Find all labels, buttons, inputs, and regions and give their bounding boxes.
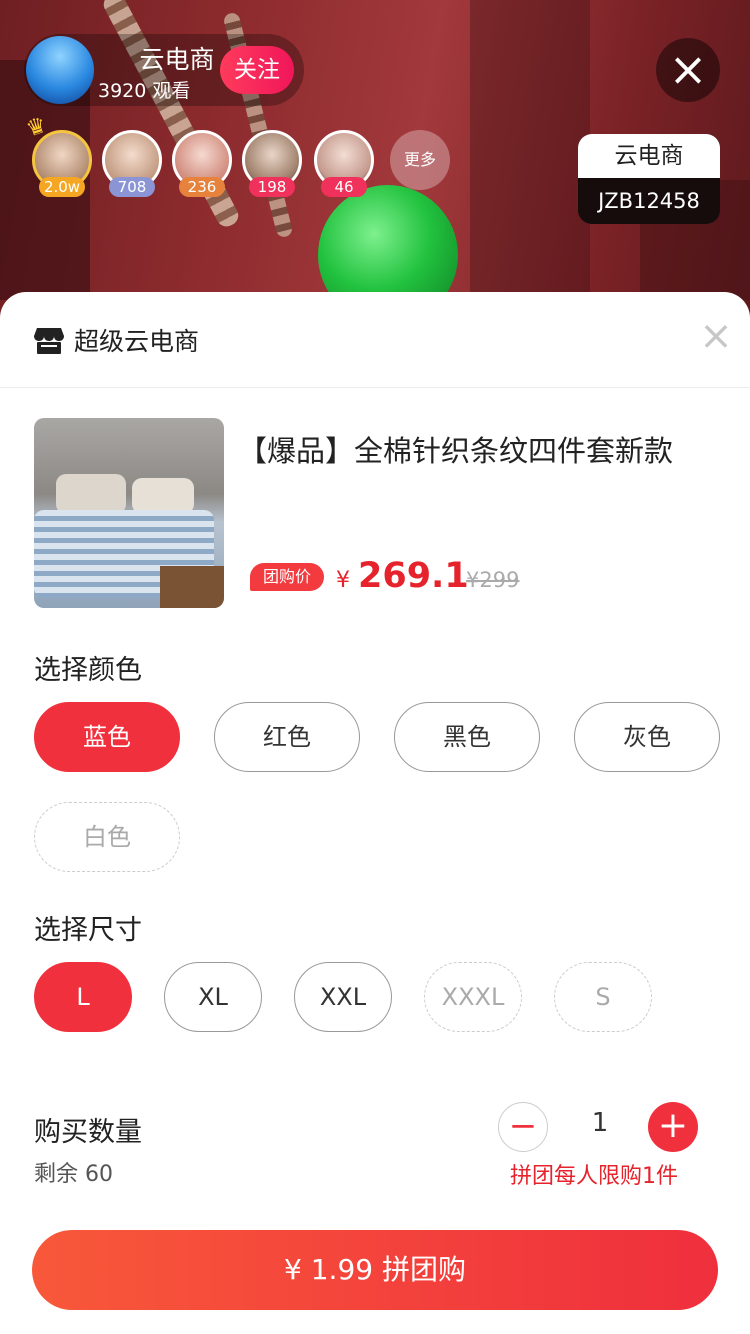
size-section-label: 选择尺寸 — [34, 915, 142, 946]
product-sheet: 超级云电商 × 【爆品】全棉针织条纹四件套新款 团购价 ¥ 269.1 ¥299… — [0, 292, 750, 1334]
viewer-badge: 236 — [179, 177, 225, 197]
color-option-blue[interactable]: 蓝色 — [34, 702, 180, 772]
product-price: 269.1 — [358, 556, 469, 596]
close-icon[interactable]: × — [656, 38, 720, 102]
more-viewers-button[interactable]: 更多 — [390, 130, 450, 190]
color-option-gray[interactable]: 灰色 — [574, 702, 720, 772]
follow-button[interactable]: 关注 — [220, 46, 294, 94]
quantity-label: 购买数量 — [34, 1117, 142, 1148]
viewer-badge: 708 — [109, 177, 155, 197]
size-option-xxl[interactable]: XXL — [294, 962, 392, 1032]
shop-name: 超级云电商 — [74, 327, 200, 356]
viewer-avatar[interactable]: 2.0w — [32, 130, 92, 197]
price-row: 团购价 ¥ 269.1 ¥299 — [250, 556, 730, 600]
viewer-badge: 46 — [321, 177, 367, 197]
color-option-white[interactable]: 白色 — [34, 802, 180, 872]
viewer-badge: 2.0w — [39, 177, 85, 197]
size-option-xxxl[interactable]: XXXL — [424, 962, 522, 1032]
room-card: 云电商 JZB12458 — [578, 134, 720, 224]
size-option-s[interactable]: S — [554, 962, 652, 1032]
color-section-label: 选择颜色 — [34, 655, 142, 686]
decrease-quantity-button[interactable]: − — [498, 1102, 548, 1152]
increase-quantity-button[interactable]: + — [648, 1102, 698, 1152]
viewer-avatar[interactable]: 236 — [172, 130, 232, 197]
stock-remaining: 剩余 60 — [34, 1162, 113, 1187]
price-currency: ¥ — [336, 568, 350, 593]
viewer-avatar[interactable]: 198 — [242, 130, 302, 197]
host-avatar[interactable] — [26, 36, 94, 104]
shop-icon — [34, 328, 64, 354]
size-option-l[interactable]: L — [34, 962, 132, 1032]
quantity-value: 1 — [591, 1108, 609, 1138]
product-image[interactable] — [34, 418, 224, 608]
viewer-avatar[interactable]: 708 — [102, 130, 162, 197]
viewer-avatar[interactable]: 46 — [314, 130, 374, 197]
size-option-xl[interactable]: XL — [164, 962, 262, 1032]
group-buy-button[interactable]: ¥ 1.99 拼团购 — [32, 1230, 718, 1310]
product-title: 【爆品】全棉针织条纹四件套新款 — [238, 434, 674, 468]
viewer-badge: 198 — [249, 177, 295, 197]
group-price-badge: 团购价 — [250, 563, 324, 591]
color-option-red[interactable]: 红色 — [214, 702, 360, 772]
room-name: 云电商 — [578, 134, 720, 178]
purchase-limit-note: 拼团每人限购1件 — [510, 1164, 678, 1189]
viewer-count: 3920 观看 — [98, 80, 191, 102]
host-info[interactable]: 云电商 3920 观看 关注 — [24, 34, 304, 106]
original-price: ¥299 — [466, 568, 520, 592]
shop-header: 超级云电商 × — [0, 292, 750, 388]
color-option-black[interactable]: 黑色 — [394, 702, 540, 772]
close-sheet-icon[interactable]: × — [698, 316, 734, 356]
room-id: JZB12458 — [578, 178, 720, 224]
host-name: 云电商 — [139, 45, 215, 74]
